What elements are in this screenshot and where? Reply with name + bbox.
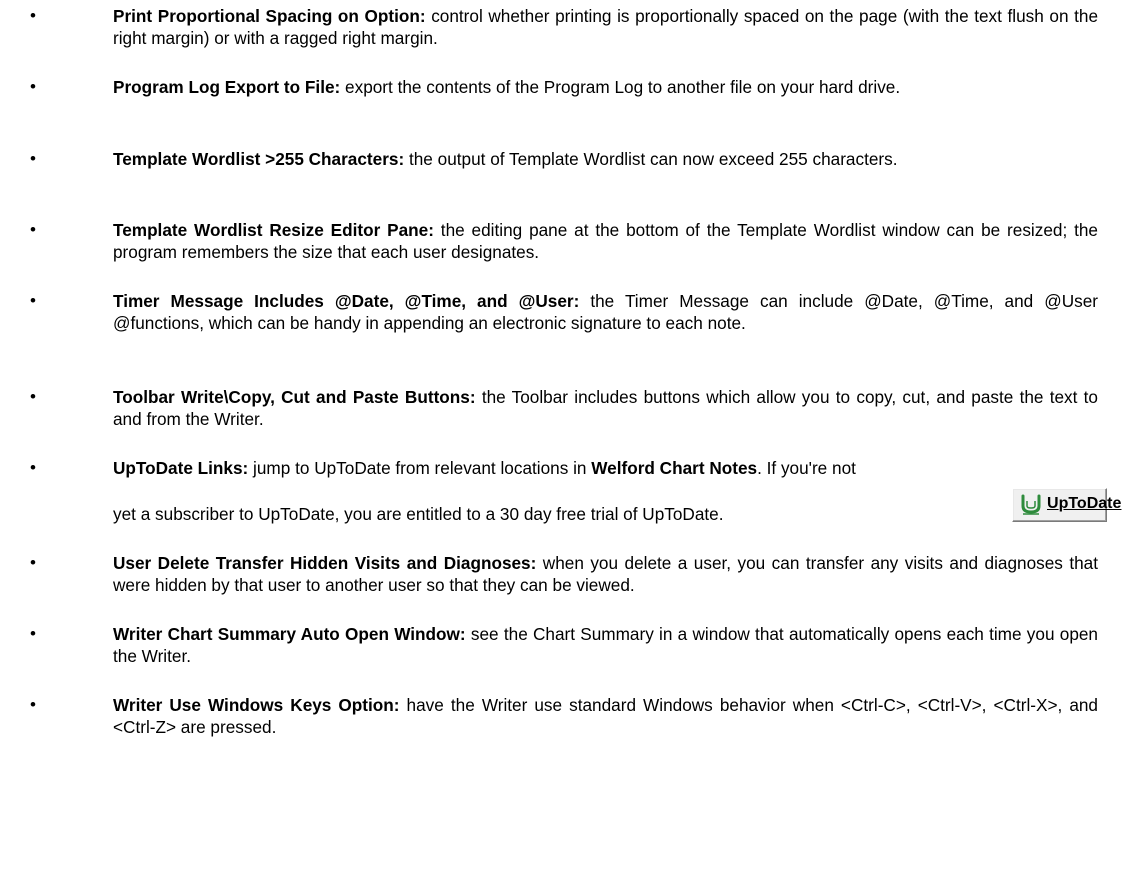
uptodate-button-label-first: U xyxy=(1047,495,1059,512)
item-text: Timer Message Includes @Date, @Time, and… xyxy=(113,290,1098,334)
bullet: • xyxy=(30,149,36,168)
bullet: • xyxy=(30,624,36,643)
bullet: • xyxy=(30,6,36,25)
item-text: User Delete Transfer Hidden Visits and D… xyxy=(113,552,1098,596)
bullet: • xyxy=(30,553,36,572)
item-text: Writer Use Windows Keys Option: have the… xyxy=(113,694,1098,738)
item-title: Writer Chart Summary Auto Open Window: xyxy=(113,624,466,644)
uptodate-button-label: UpToDate xyxy=(1047,495,1121,513)
uptodate-button[interactable]: UpToDate xyxy=(1012,488,1121,522)
item-title: Timer Message Includes @Date, @Time, and… xyxy=(113,291,580,311)
item-title: Template Wordlist Resize Editor Pane: xyxy=(113,220,434,240)
item-text-continued: yet a subscriber to UpToDate, you are en… xyxy=(113,503,1098,525)
item-title: User Delete Transfer Hidden Visits and D… xyxy=(113,553,537,573)
item-text: Writer Chart Summary Auto Open Window: s… xyxy=(113,623,1098,667)
item-title: UpToDate Links: xyxy=(113,458,249,478)
item-text: UpToDate Links: jump to UpToDate from re… xyxy=(113,457,1098,479)
item-title: Print Proportional Spacing on Option: xyxy=(113,6,426,26)
bullet: • xyxy=(30,220,36,239)
bullet: • xyxy=(30,458,36,477)
item-title: Writer Use Windows Keys Option: xyxy=(113,695,400,715)
uptodate-u-icon xyxy=(1021,494,1041,515)
uptodate-button-label-rest: pToDate xyxy=(1058,495,1122,512)
item-text: Toolbar Write\Copy, Cut and Paste Button… xyxy=(113,386,1098,430)
item-description-continued: yet a subscriber to UpToDate, you are en… xyxy=(113,504,724,524)
item-description: export the contents of the Program Log t… xyxy=(340,77,901,97)
bullet: • xyxy=(30,291,36,310)
product-name: Welford Chart Notes xyxy=(591,458,758,478)
item-description: the output of Template Wordlist can now … xyxy=(404,149,898,169)
item-text: Template Wordlist Resize Editor Pane: th… xyxy=(113,219,1098,263)
bullet: • xyxy=(30,387,36,406)
bullet: • xyxy=(30,695,36,714)
item-title: Program Log Export to File: xyxy=(113,77,341,97)
item-text: Print Proportional Spacing on Option: co… xyxy=(113,5,1098,49)
item-text: Template Wordlist >255 Characters: the o… xyxy=(113,148,1098,170)
item-title: Toolbar Write\Copy, Cut and Paste Button… xyxy=(113,387,476,407)
bullet: • xyxy=(30,77,36,96)
item-description: jump to UpToDate from relevant locations… xyxy=(248,458,592,478)
item-text: Program Log Export to File: export the c… xyxy=(113,76,1098,98)
item-title: Template Wordlist >255 Characters: xyxy=(113,149,405,169)
item-description-end: . If you're not xyxy=(757,458,856,478)
